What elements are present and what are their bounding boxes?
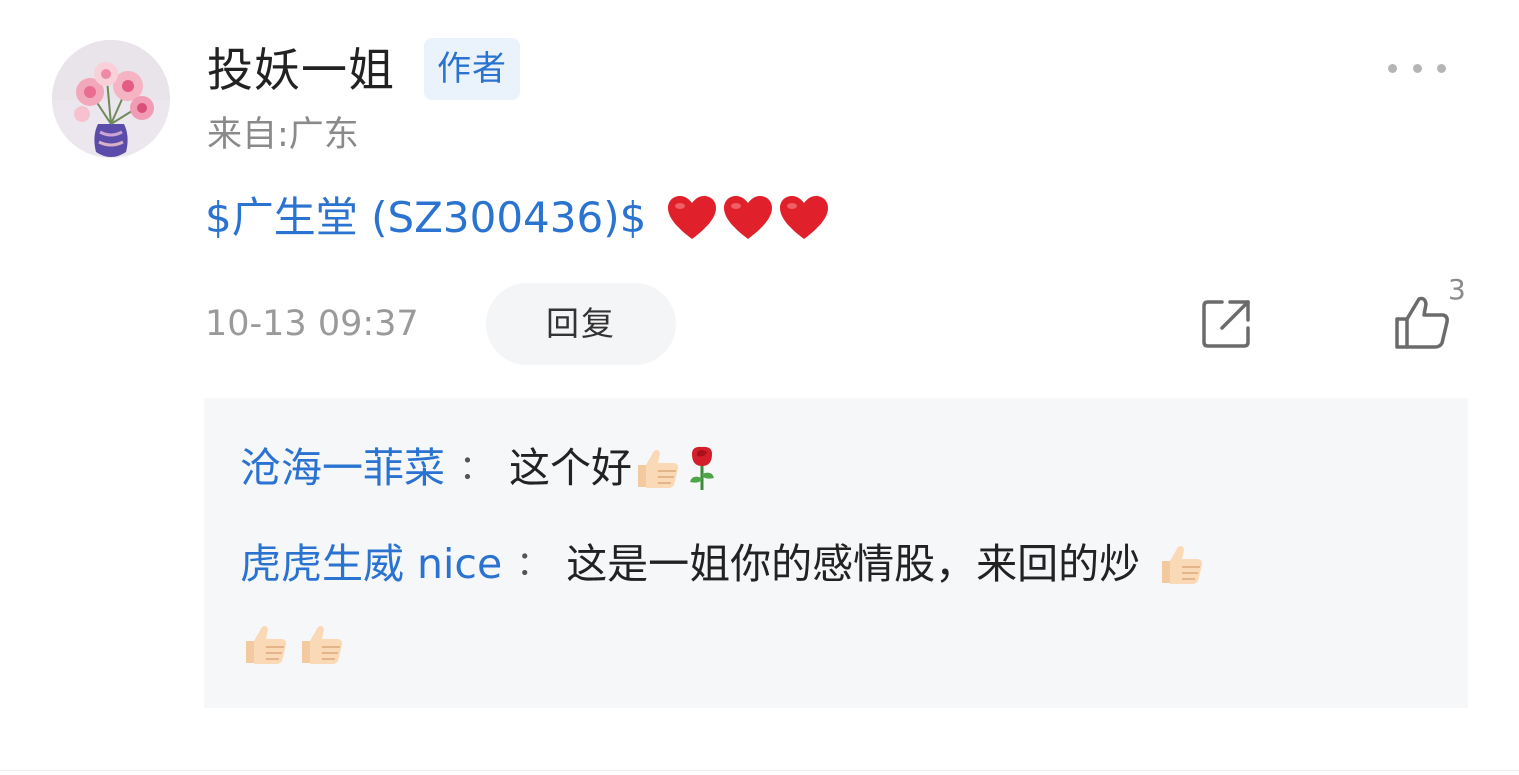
stock-link[interactable]: $广生堂 (SZ300436)$	[205, 188, 646, 248]
post-content: $广生堂 (SZ300436)$	[205, 188, 830, 248]
author-badge: 作者	[424, 38, 520, 100]
rose-emoji-icon	[682, 444, 722, 492]
username[interactable]: 投妖一姐	[207, 38, 395, 102]
thumbs-up-emoji-icon	[1156, 541, 1206, 587]
comment-page: 投妖一姐 作者 来自:广东 $广生堂 (SZ300436)$ 10-13 09:…	[0, 0, 1519, 775]
like-count: 3	[1448, 273, 1466, 306]
reply-button[interactable]: 回复	[486, 283, 676, 365]
more-dot	[1412, 63, 1422, 73]
reply-text: 这是一姐你的感情股，来回的炒	[566, 540, 1141, 588]
reply-item[interactable]: 虎虎生威 nice ： 这是一姐你的感情股，来回的炒	[240, 532, 1206, 596]
heart-icon	[780, 196, 829, 239]
reply-colon: ：	[459, 448, 493, 488]
heart-icon	[724, 196, 773, 239]
thumbs-up-icon[interactable]	[1393, 295, 1451, 351]
thumbs-up-emoji-icon	[240, 621, 290, 667]
location-label: 来自:广东	[207, 115, 359, 155]
avatar-image	[52, 40, 170, 158]
reply-author[interactable]: 沧海一菲菜	[240, 436, 445, 500]
reply-item[interactable]: 沧海一菲菜 ： 这个好	[240, 436, 722, 500]
thumbs-up-emoji-icon	[632, 445, 682, 491]
reply-colon: ：	[516, 544, 551, 584]
more-icon[interactable]	[1388, 58, 1446, 78]
reply-author[interactable]: 虎虎生威 nice	[240, 532, 502, 596]
share-icon[interactable]	[1200, 296, 1254, 350]
more-dot	[1388, 63, 1397, 73]
heart-emoji-group	[666, 195, 830, 241]
reply-text: 这个好	[509, 444, 632, 492]
thumbs-up-emoji-icon	[296, 621, 346, 667]
divider	[0, 770, 1519, 771]
reply-emoji-continuation	[240, 614, 346, 674]
heart-icon	[668, 196, 717, 239]
timestamp: 10-13 09:37	[205, 304, 419, 344]
more-dot	[1437, 63, 1446, 73]
avatar[interactable]	[52, 40, 170, 158]
